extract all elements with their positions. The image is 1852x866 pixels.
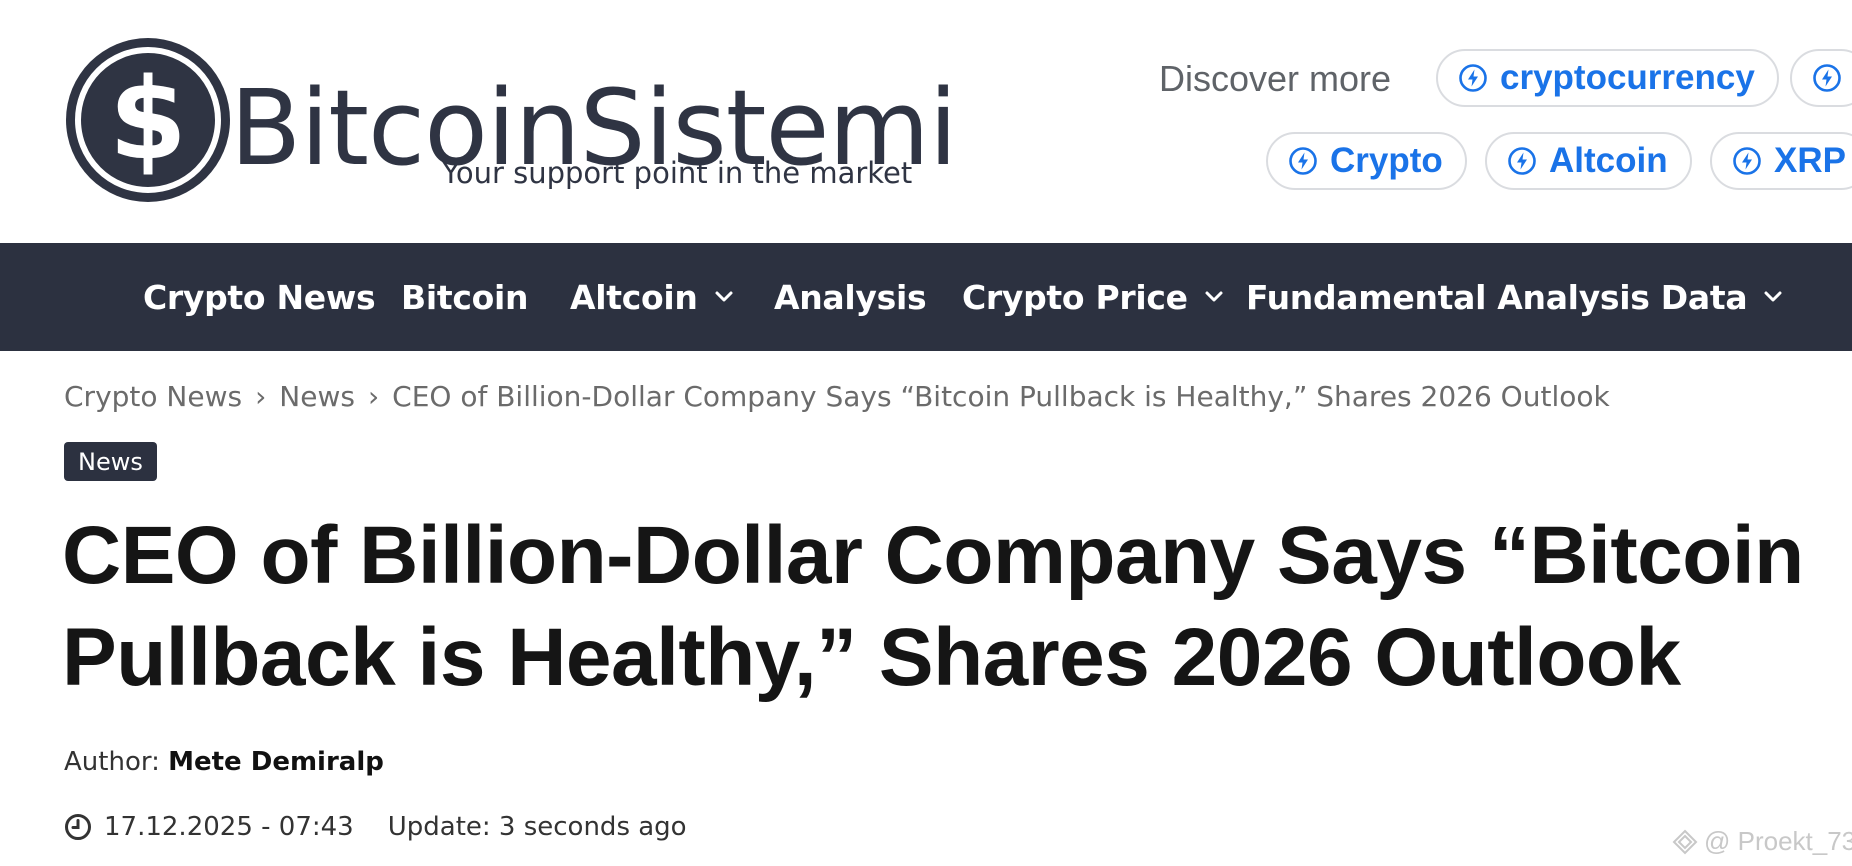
chevron-down-icon xyxy=(715,291,733,302)
bolt-circle-icon xyxy=(1733,147,1761,175)
category-badge[interactable]: News xyxy=(64,442,157,481)
watermark-logo-icon xyxy=(1672,829,1698,854)
logo-tagline: Your support point in the market xyxy=(442,156,913,190)
bolt-circle-icon xyxy=(1813,64,1841,92)
chip-altcoin[interactable]: Altcoin xyxy=(1485,132,1692,190)
nav-item-crypto-price[interactable]: Crypto Price xyxy=(962,243,1224,351)
nav-item-analysis[interactable]: Analysis xyxy=(774,243,927,351)
chevron-down-icon xyxy=(1205,291,1223,302)
nav-item-label: Bitcoin xyxy=(401,277,529,317)
chip-cryptocurrency[interactable]: cryptocurrency xyxy=(1436,49,1779,107)
bolt-circle-icon xyxy=(1459,64,1487,92)
nav-item-altcoin[interactable]: Altcoin xyxy=(570,243,734,351)
chip-crypto[interactable]: Crypto xyxy=(1266,132,1467,190)
chip-overflow[interactable] xyxy=(1790,49,1852,107)
nav-item-label: Fundamental Analysis Data xyxy=(1246,277,1748,317)
bolt-circle-icon xyxy=(1289,147,1317,175)
svg-text:$: $ xyxy=(109,55,187,185)
article-author: Author: Mete Demiralp xyxy=(64,747,384,777)
nav-item-fundamental-analysis-data[interactable]: Fundamental Analysis Data xyxy=(1246,243,1783,351)
nav-item-label: Crypto Price xyxy=(962,277,1188,317)
main-nav: Crypto News Bitcoin Altcoin Analysis Cry… xyxy=(0,243,1852,351)
discover-more-label: Discover more xyxy=(1159,58,1392,99)
author-name[interactable]: Mete Demiralp xyxy=(168,747,384,777)
chip-label: Altcoin xyxy=(1549,141,1668,180)
nav-item-crypto-news[interactable]: Crypto News xyxy=(143,243,376,351)
breadcrumb-separator: › xyxy=(255,380,267,413)
bitcoin-logo-icon: $ xyxy=(66,38,230,202)
watermark-text: @ Proekt_73 xyxy=(1704,826,1852,856)
breadcrumb-item-news[interactable]: News xyxy=(279,380,355,413)
chip-label: cryptocurrency xyxy=(1500,58,1755,97)
nav-item-label: Analysis xyxy=(774,277,927,317)
chip-xrp[interactable]: XRP xyxy=(1710,132,1852,190)
site-header: $ BitcoinSistemi Your support point in t… xyxy=(0,0,1852,243)
chip-label: XRP xyxy=(1774,141,1846,180)
site-logo[interactable]: $ BitcoinSistemi Your support point in t… xyxy=(64,36,958,204)
breadcrumb-separator: › xyxy=(367,380,380,413)
chip-label: Crypto xyxy=(1330,141,1443,180)
breadcrumb-item-current: CEO of Billion-Dollar Company Says “Bitc… xyxy=(392,380,1610,413)
nav-item-bitcoin[interactable]: Bitcoin xyxy=(401,243,528,351)
bolt-circle-icon xyxy=(1508,147,1536,175)
publish-date: 17.12.2025 - 07:43 xyxy=(104,812,354,842)
nav-item-label: Altcoin xyxy=(570,277,698,317)
breadcrumb: Crypto News › News › CEO of Billion-Doll… xyxy=(64,380,1610,413)
watermark: @ Proekt_73 xyxy=(1672,826,1852,857)
article-title: CEO of Billion-Dollar Company Says “Bitc… xyxy=(62,510,1804,703)
chevron-down-icon xyxy=(1764,291,1782,302)
author-label: Author: xyxy=(64,747,160,777)
clock-icon xyxy=(65,814,91,840)
nav-item-label: Crypto News xyxy=(143,277,376,317)
breadcrumb-item-crypto-news[interactable]: Crypto News xyxy=(64,380,242,413)
article-meta: 17.12.2025 - 07:43 Update: 3 seconds ago xyxy=(64,812,687,842)
update-time: Update: 3 seconds ago xyxy=(387,812,687,842)
